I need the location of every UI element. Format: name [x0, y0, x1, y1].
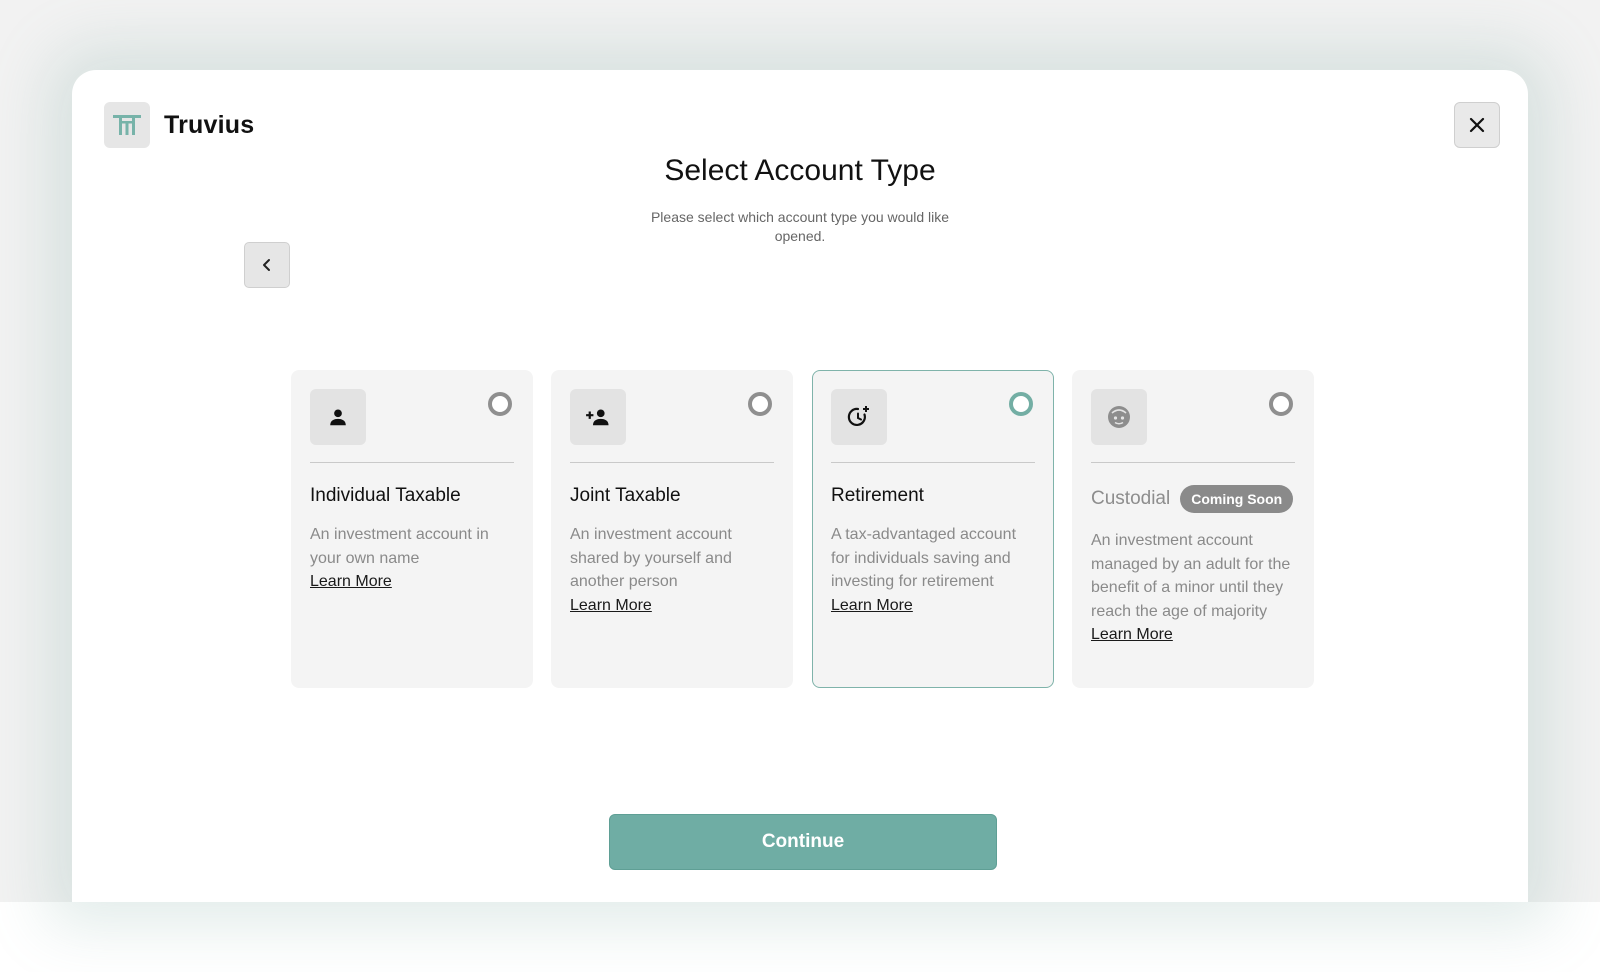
learn-more-link[interactable]: Learn More [310, 570, 514, 594]
card-description: An investment account managed by an adul… [1091, 529, 1295, 647]
radio-joint-taxable[interactable] [748, 392, 772, 416]
card-title: Individual Taxable [310, 485, 514, 507]
card-title-text: Individual Taxable [310, 485, 461, 506]
card-description-text: A tax-advantaged account for individuals… [831, 526, 1017, 590]
page-title: Select Account Type [664, 154, 936, 187]
account-card-retirement[interactable]: Retirement A tax-advantaged account for … [812, 370, 1054, 688]
radio-individual-taxable[interactable] [488, 392, 512, 416]
card-description-text: An investment account in your own name [310, 526, 489, 567]
person-add-icon [570, 389, 626, 445]
learn-more-link[interactable]: Learn More [831, 594, 1035, 618]
card-title-text: Retirement [831, 485, 924, 506]
card-description-text: An investment account managed by an adul… [1091, 532, 1291, 620]
brand-logo-icon [104, 102, 150, 148]
account-type-modal: Truvius Select Account Type Please selec… [72, 70, 1528, 902]
page-subtitle: Please select which account type you wou… [650, 209, 950, 244]
card-description: An investment account shared by yourself… [570, 523, 774, 617]
child-face-icon [1091, 389, 1147, 445]
card-description: An investment account in your own name L… [310, 523, 514, 594]
card-title: Retirement [831, 485, 1035, 507]
brand-name: Truvius [164, 110, 255, 139]
account-card-individual-taxable[interactable]: Individual Taxable An investment account… [291, 370, 533, 688]
card-description-text: An investment account shared by yourself… [570, 526, 732, 590]
account-card-joint-taxable[interactable]: Joint Taxable An investment account shar… [551, 370, 793, 688]
radio-custodial[interactable] [1269, 392, 1293, 416]
account-card-custodial[interactable]: Custodial Coming Soon An investment acco… [1072, 370, 1314, 688]
radio-retirement[interactable] [1009, 392, 1033, 416]
card-title: Joint Taxable [570, 485, 774, 507]
close-icon [1469, 117, 1485, 133]
person-icon [310, 389, 366, 445]
learn-more-link[interactable]: Learn More [570, 594, 774, 618]
card-title-text: Joint Taxable [570, 485, 681, 506]
card-title: Custodial Coming Soon [1091, 485, 1295, 513]
close-button[interactable] [1454, 102, 1500, 148]
card-divider [310, 462, 514, 463]
back-button[interactable] [244, 242, 290, 288]
coming-soon-badge: Coming Soon [1180, 485, 1294, 513]
card-divider [831, 462, 1035, 463]
card-title-text: Custodial [1091, 488, 1171, 509]
learn-more-link[interactable]: Learn More [1091, 623, 1295, 647]
retirement-clock-icon [831, 389, 887, 445]
card-description: A tax-advantaged account for individuals… [831, 523, 1035, 617]
chevron-left-icon [263, 259, 270, 271]
brand: Truvius [104, 102, 254, 148]
card-divider [1091, 462, 1295, 463]
card-divider [570, 462, 774, 463]
continue-button[interactable]: Continue [609, 814, 997, 870]
page-bottom-band [0, 902, 1600, 972]
